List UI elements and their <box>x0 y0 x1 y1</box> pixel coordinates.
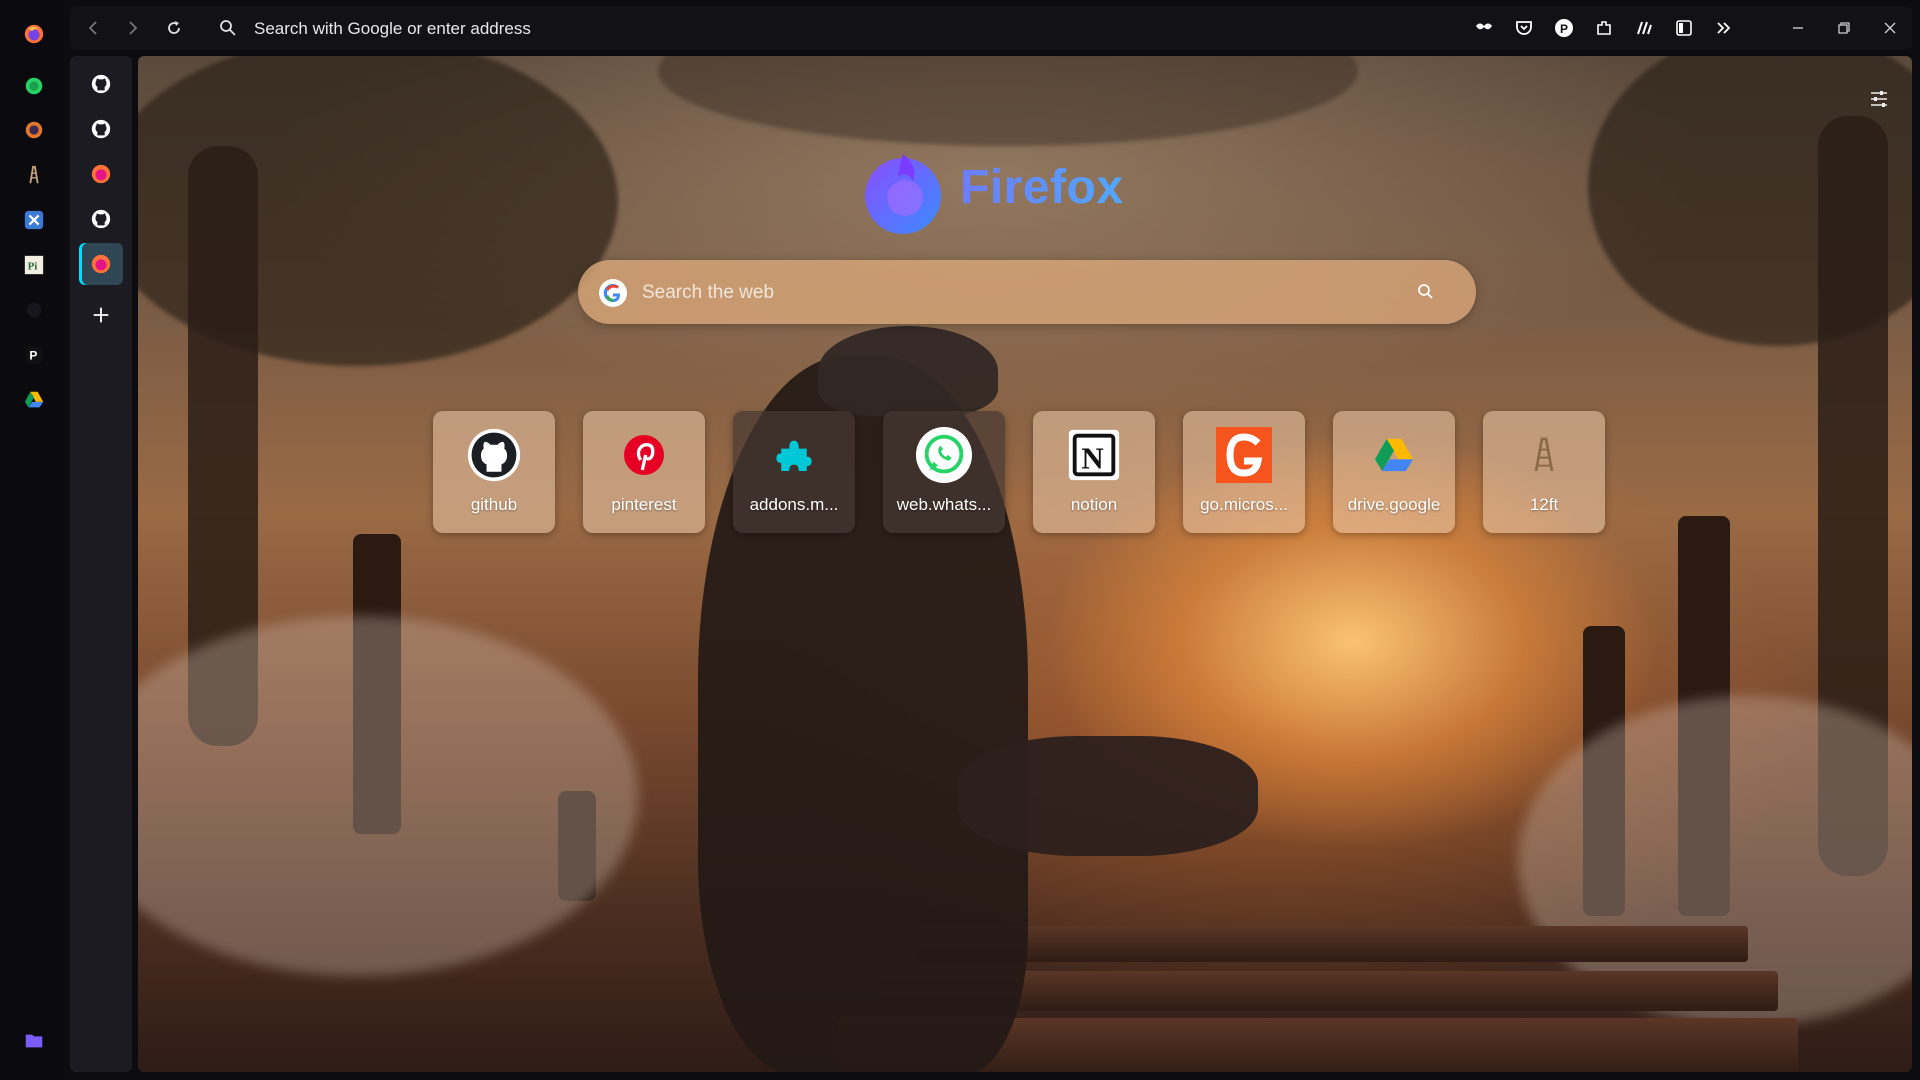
circle-app-icon[interactable] <box>22 118 46 142</box>
firefox-icon <box>91 164 111 184</box>
drive-icon <box>1364 425 1424 485</box>
vertical-tab-strip <box>70 56 132 1072</box>
microsoft-go-icon <box>1214 425 1274 485</box>
profile-icon[interactable]: P <box>1552 16 1576 40</box>
shortcut-tile-drive[interactable]: drive.google <box>1333 411 1455 533</box>
github-tab[interactable] <box>79 198 123 240</box>
shortcut-tile-12ft[interactable]: 12ft <box>1483 411 1605 533</box>
firefox-icon[interactable] <box>22 22 46 46</box>
svg-text:Pi: Pi <box>28 261 38 273</box>
shortcut-label: go.micros... <box>1200 495 1288 514</box>
shortcut-tile-addons[interactable]: addons.m... <box>733 411 855 533</box>
dark-app-icon[interactable] <box>22 298 46 322</box>
reload-button[interactable] <box>162 16 186 40</box>
shortcut-tile-pinterest[interactable]: pinterest <box>583 411 705 533</box>
firefox-icon <box>91 254 111 274</box>
github-icon <box>464 425 524 485</box>
12ft-icon <box>1514 425 1574 485</box>
navigation-toolbar: Search with Google or enter address P <box>70 6 1912 50</box>
github-icon <box>91 119 111 139</box>
svg-text:N: N <box>1081 441 1103 476</box>
reader-extension-icon[interactable] <box>1632 16 1656 40</box>
web-search-box[interactable]: Search the web <box>578 260 1476 324</box>
background-knee <box>958 736 1258 856</box>
url-input[interactable]: Search with Google or enter address <box>254 19 531 39</box>
shortcut-tile-github[interactable]: github <box>433 411 555 533</box>
restore-button[interactable] <box>1832 16 1856 40</box>
github-icon <box>91 209 111 229</box>
tools-app-icon[interactable] <box>22 208 46 232</box>
back-button[interactable] <box>82 16 106 40</box>
firefox-newtab-tab[interactable] <box>79 243 123 285</box>
whatsapp-icon[interactable] <box>22 74 46 98</box>
folder-icon[interactable] <box>22 1029 46 1053</box>
shortcut-label: addons.m... <box>749 495 839 514</box>
github-tab[interactable] <box>79 108 123 150</box>
forward-button[interactable] <box>120 16 144 40</box>
background-foliage <box>658 56 1358 146</box>
notion-icon: N <box>1064 425 1124 485</box>
github-icon <box>91 74 111 94</box>
new-tab-button[interactable] <box>79 294 123 336</box>
app-sidebar: Pi P <box>0 0 64 1080</box>
search-icon[interactable] <box>1416 282 1436 302</box>
pinterest-icon <box>614 425 674 485</box>
shortcut-label: github <box>470 495 518 514</box>
addons-icon <box>764 425 824 485</box>
google-icon <box>599 279 627 307</box>
shortcut-label: web.whats... <box>896 495 992 514</box>
ublock-icon[interactable] <box>1472 16 1496 40</box>
github-tab[interactable] <box>79 63 123 105</box>
sidebar-toggle-icon[interactable] <box>1672 16 1696 40</box>
search-icon <box>216 16 240 40</box>
shortcut-label: drive.google <box>1347 495 1441 514</box>
p-app-icon[interactable]: P <box>22 343 46 367</box>
shortcut-tile-notion[interactable]: N notion <box>1033 411 1155 533</box>
shortcut-label: notion <box>1070 495 1118 514</box>
overflow-menu-icon[interactable] <box>1712 16 1736 40</box>
shortcut-label: pinterest <box>611 495 677 514</box>
customize-settings-icon[interactable] <box>1868 88 1890 110</box>
12ft-icon[interactable] <box>22 163 46 187</box>
firefox-wordmark: Firefox <box>960 161 1124 214</box>
shortcut-tile-whatsapp[interactable]: web.whats... <box>883 411 1005 533</box>
shortcut-tile-go-microsoft[interactable]: go.micros... <box>1183 411 1305 533</box>
shortcut-label: 12ft <box>1529 495 1559 514</box>
firefox-tab[interactable] <box>79 153 123 195</box>
pocket-icon[interactable] <box>1512 16 1536 40</box>
firefox-logo-icon <box>865 154 941 234</box>
close-button[interactable] <box>1878 16 1902 40</box>
pi-app-icon[interactable]: Pi <box>22 253 46 277</box>
background-grass <box>138 616 638 976</box>
svg-text:P: P <box>1560 22 1568 36</box>
new-tab-page: Firefox Search the web github pinterest … <box>138 56 1912 1072</box>
background-dock <box>918 926 1748 962</box>
svg-text:P: P <box>29 349 37 363</box>
whatsapp-icon <box>914 425 974 485</box>
drive-icon[interactable] <box>22 388 46 412</box>
plus-icon <box>93 307 109 323</box>
search-input[interactable]: Search the web <box>642 282 774 304</box>
extensions-icon[interactable] <box>1592 16 1616 40</box>
background-helmet <box>818 326 998 416</box>
minimize-button[interactable] <box>1786 16 1810 40</box>
